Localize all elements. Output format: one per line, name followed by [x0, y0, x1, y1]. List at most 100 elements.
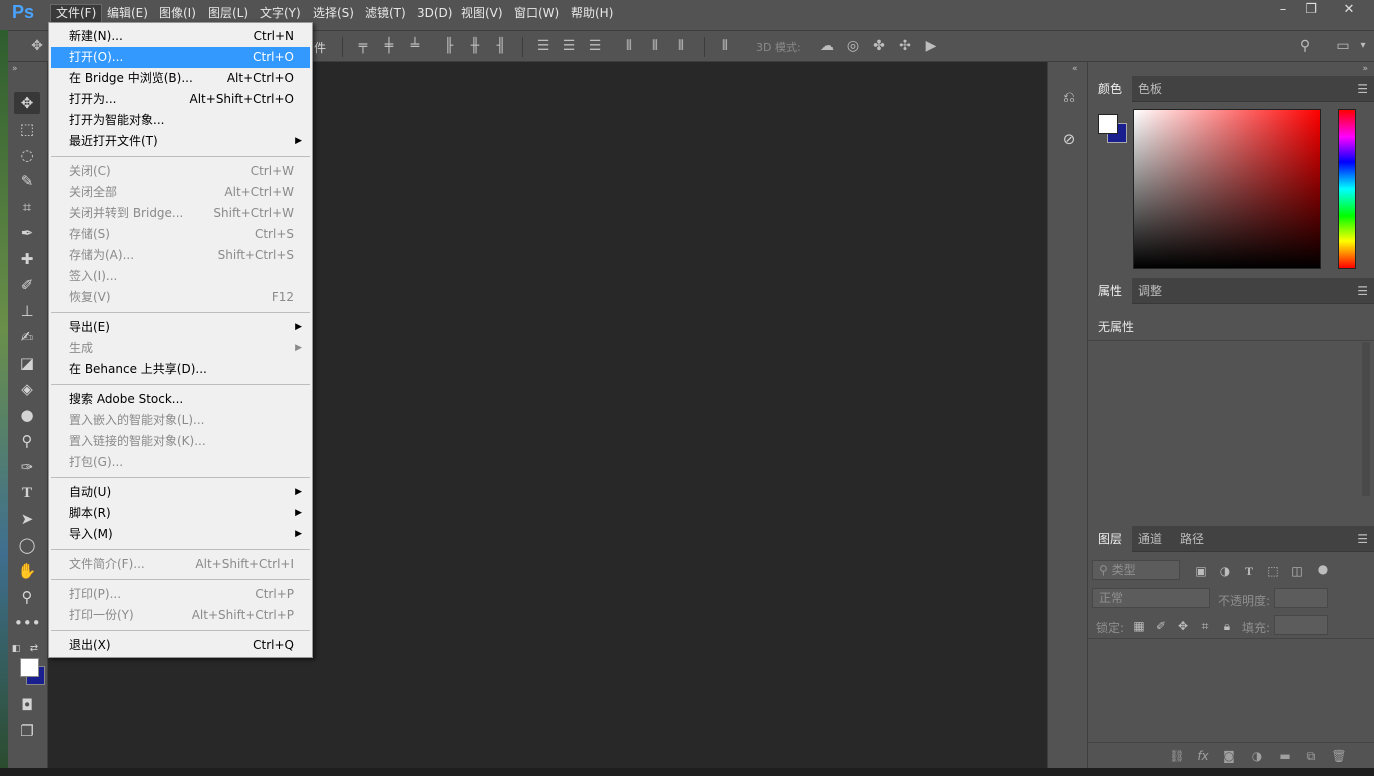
menu-window[interactable]: 窗口(W)	[509, 4, 564, 23]
distribute-right-icon[interactable]: ⦀	[672, 37, 690, 55]
restore-button[interactable]: ❐	[1296, 0, 1326, 20]
file-menu-item[interactable]: 打包(G)...	[51, 452, 310, 473]
file-menu-item[interactable]: 生成 ▶	[51, 338, 310, 359]
move-tool-icon[interactable]: ✥	[14, 92, 40, 114]
filter-toggle-icon[interactable]: ●	[1314, 560, 1332, 578]
close-button[interactable]: ✕	[1334, 0, 1364, 20]
file-menu-item[interactable]: 在 Bridge 中浏览(B)... Alt+Ctrl+O	[51, 68, 310, 89]
healing-brush-tool-icon[interactable]: ✚	[14, 248, 40, 270]
menu-view[interactable]: 视图(V)	[456, 4, 508, 23]
distribute-hcenter-icon[interactable]: ⦀	[646, 37, 664, 55]
hue-slider[interactable]	[1338, 109, 1356, 269]
chevron-down-icon[interactable]: ▾	[1354, 37, 1372, 55]
quick-mask-icon[interactable]: ◘	[14, 694, 40, 716]
file-menu-item[interactable]: 恢复(V) F12	[51, 287, 310, 308]
menu-filter[interactable]: 滤镜(T)	[360, 4, 411, 23]
hand-tool-icon[interactable]: ✋	[14, 560, 40, 582]
eyedropper-tool-icon[interactable]: ✒	[14, 222, 40, 244]
tab-paths[interactable]: 路径	[1170, 526, 1214, 552]
file-menu-item[interactable]: 置入嵌入的智能对象(L)...	[51, 410, 310, 431]
expand-panels-icon[interactable]: »	[1362, 64, 1368, 74]
auto-align-icon[interactable]: ⫴	[716, 37, 734, 55]
filter-pixel-icon[interactable]: ▣	[1192, 562, 1210, 580]
3d-rotate-icon[interactable]: ☁	[818, 37, 836, 55]
menu-layer[interactable]: 图层(L)	[203, 4, 253, 23]
file-menu-item[interactable]: 导出(E) ▶	[51, 317, 310, 338]
color-panel-foreground[interactable]	[1098, 114, 1118, 134]
align-top-icon[interactable]: ╤	[354, 37, 372, 55]
3d-roll-icon[interactable]: ◎	[844, 37, 862, 55]
file-menu-item[interactable]: 打开(O)... Ctrl+O	[51, 47, 310, 68]
paragraph-panel-icon[interactable]: ⊘	[1056, 126, 1082, 152]
workspace-icon[interactable]: ▭	[1334, 37, 1352, 55]
panel-menu-icon[interactable]: ☰	[1357, 284, 1368, 298]
distribute-vcenter-icon[interactable]: ☰	[560, 37, 578, 55]
more-tools-icon[interactable]: •••	[14, 612, 41, 634]
file-menu-item[interactable]: 存储为(A)... Shift+Ctrl+S	[51, 245, 310, 266]
delete-layer-icon[interactable]: 🗑︎	[1330, 747, 1348, 765]
pen-tool-icon[interactable]: ✑	[14, 456, 40, 478]
filter-adjustment-icon[interactable]: ◑	[1216, 562, 1234, 580]
file-menu-item[interactable]: 打印一份(Y) Alt+Shift+Ctrl+P	[51, 605, 310, 626]
menu-image[interactable]: 图像(I)	[154, 4, 201, 23]
new-layer-icon[interactable]: ⧉	[1302, 747, 1320, 765]
lasso-tool-icon[interactable]: ◌	[14, 144, 40, 166]
menu-help[interactable]: 帮助(H)	[566, 4, 618, 23]
panel-menu-icon[interactable]: ☰	[1357, 532, 1368, 546]
layer-style-icon[interactable]: fx	[1194, 747, 1212, 765]
layer-filter-select[interactable]: ⚲ 类型	[1092, 560, 1180, 580]
move-tool-icon[interactable]: ✥	[28, 37, 46, 55]
tab-color[interactable]: 颜色	[1088, 76, 1133, 102]
crop-tool-icon[interactable]: ⌗	[14, 196, 40, 218]
distribute-bottom-icon[interactable]: ☰	[586, 37, 604, 55]
path-select-tool-icon[interactable]: ➤	[14, 508, 40, 530]
file-menu-item[interactable]: 关闭并转到 Bridge... Shift+Ctrl+W	[51, 203, 310, 224]
tab-adjustments[interactable]: 调整	[1128, 278, 1172, 304]
blur-tool-icon[interactable]: ●	[14, 404, 40, 426]
tab-properties[interactable]: 属性	[1088, 278, 1133, 304]
file-menu-item[interactable]: 自动(U) ▶	[51, 482, 310, 503]
menu-type[interactable]: 文字(Y)	[255, 4, 306, 23]
foreground-color-swatch[interactable]	[20, 658, 39, 677]
paint-bucket-tool-icon[interactable]: ◈	[14, 378, 40, 400]
tab-layers[interactable]: 图层	[1088, 526, 1133, 552]
opacity-input[interactable]	[1274, 588, 1328, 608]
blend-mode-select[interactable]: 正常	[1092, 588, 1210, 608]
lock-position-icon[interactable]: ✥	[1174, 617, 1192, 635]
3d-pan-icon[interactable]: ✤	[870, 37, 888, 55]
clone-stamp-tool-icon[interactable]: ⊥	[14, 300, 40, 322]
file-menu-item[interactable]: 置入链接的智能对象(K)...	[51, 431, 310, 452]
file-menu-item[interactable]: 退出(X) Ctrl+Q	[51, 635, 310, 656]
minimize-button[interactable]: –	[1268, 0, 1298, 20]
file-menu-item[interactable]: 打开为智能对象...	[51, 110, 310, 131]
file-menu-item[interactable]: 打印(P)... Ctrl+P	[51, 584, 310, 605]
menu-file[interactable]: 文件(F)	[50, 4, 103, 23]
file-menu-item[interactable]: 导入(M) ▶	[51, 524, 310, 545]
panel-menu-icon[interactable]: ☰	[1357, 82, 1368, 96]
file-menu-item[interactable]: 关闭(C) Ctrl+W	[51, 161, 310, 182]
menu-select[interactable]: 选择(S)	[308, 4, 359, 23]
lock-image-icon[interactable]: ✐	[1152, 617, 1170, 635]
ellipse-tool-icon[interactable]: ◯	[14, 534, 40, 556]
type-tool-icon[interactable]: T	[14, 482, 40, 504]
tab-channels[interactable]: 通道	[1128, 526, 1172, 552]
align-left-icon[interactable]: ╟	[440, 37, 458, 55]
search-icon[interactable]: ⚲	[1296, 37, 1314, 55]
fill-input[interactable]	[1274, 615, 1328, 635]
filter-shape-icon[interactable]: ⬚	[1264, 562, 1282, 580]
lock-all-icon[interactable]: 🔒︎	[1218, 617, 1236, 635]
align-right-icon[interactable]: ╢	[492, 37, 510, 55]
default-colors-icon[interactable]: ◧	[10, 638, 22, 660]
history-brush-tool-icon[interactable]: ✍	[14, 326, 40, 348]
file-menu-item[interactable]: 最近打开文件(T) ▶	[51, 131, 310, 152]
file-menu-item[interactable]: 文件简介(F)... Alt+Shift+Ctrl+I	[51, 554, 310, 575]
screen-mode-icon[interactable]: ❐	[14, 720, 40, 742]
file-menu-item[interactable]: 脚本(R) ▶	[51, 503, 310, 524]
align-vcenter-icon[interactable]: ╪	[380, 37, 398, 55]
quick-select-tool-icon[interactable]: ✎	[14, 170, 40, 192]
lock-artboard-icon[interactable]: ⌗	[1196, 617, 1214, 635]
eraser-tool-icon[interactable]: ◪	[14, 352, 40, 374]
history-panel-icon[interactable]: ⎌	[1056, 84, 1082, 110]
tab-swatches[interactable]: 色板	[1128, 76, 1172, 102]
distribute-top-icon[interactable]: ☰	[534, 37, 552, 55]
